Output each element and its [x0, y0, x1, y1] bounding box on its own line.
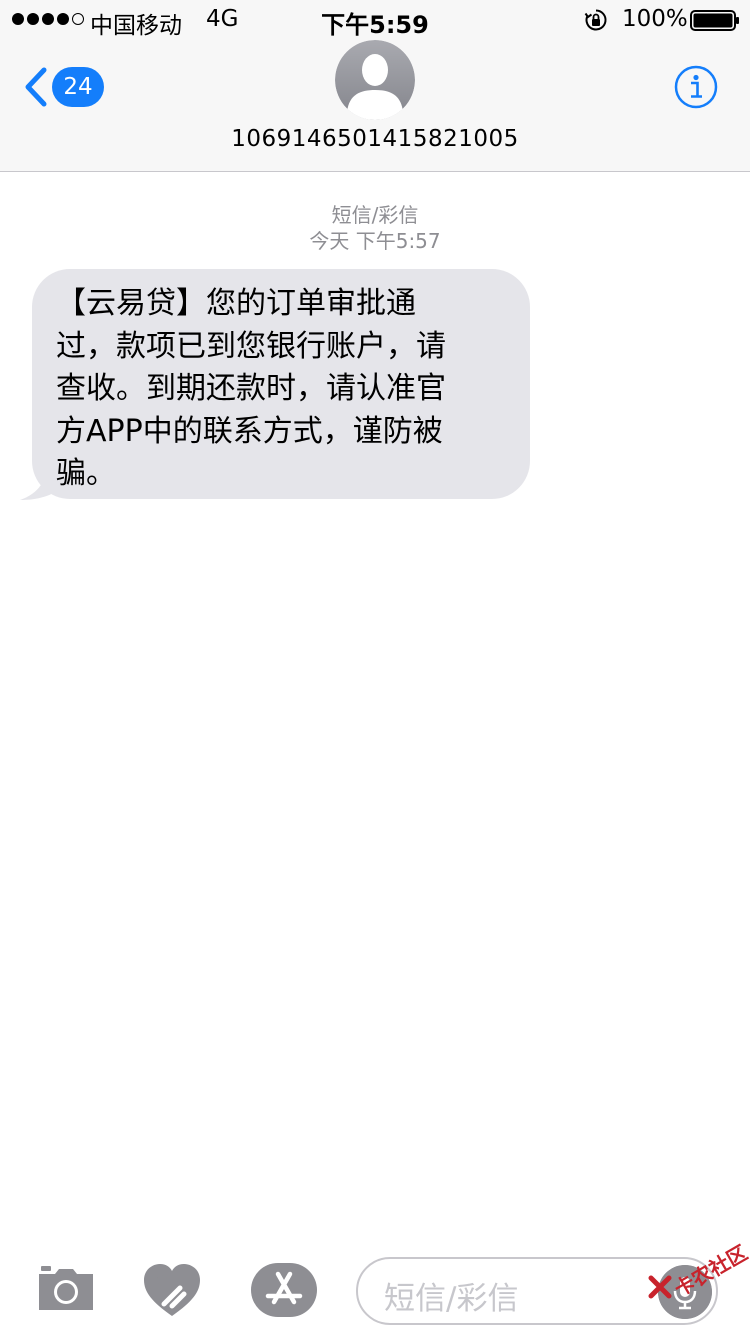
info-icon[interactable] — [674, 65, 718, 109]
message-input[interactable]: 短信/彩信 — [356, 1257, 718, 1325]
message-service-label: 短信/彩信 — [331, 203, 419, 227]
conversation-header: 24 1069146501415821005 — [0, 40, 750, 172]
battery-icon — [690, 10, 739, 31]
heart-icon[interactable] — [142, 1262, 202, 1318]
rotation-lock-icon — [584, 9, 607, 31]
contact-name[interactable]: 1069146501415821005 — [0, 126, 750, 152]
camera-icon[interactable] — [37, 1266, 95, 1312]
message-line: 骗。 — [56, 456, 116, 491]
unread-count-badge: 24 — [52, 67, 104, 107]
contact-avatar[interactable] — [335, 40, 415, 120]
message-line: 方APP中的联系方式，谨防被 — [56, 413, 443, 449]
status-bar: 中国移动 4G 下午5:59 100% — [0, 0, 750, 40]
chevron-left-icon — [25, 67, 47, 107]
message-line: 【云易贷】您的订单审批通 — [56, 286, 416, 321]
person-icon — [335, 40, 415, 120]
message-bubble-incoming[interactable]: 【云易贷】您的订单审批通 过，款项已到您银行账户，请 查收。到期还款时，请认准官… — [32, 269, 530, 499]
battery-percentage: 100% — [622, 6, 688, 32]
message-input-placeholder: 短信/彩信 — [384, 1281, 519, 1317]
message-line: 查收。到期还款时，请认准官 — [56, 371, 446, 406]
message-timestamp: 今天 下午5:57 — [309, 229, 441, 253]
microphone-icon[interactable] — [658, 1265, 712, 1319]
app-store-icon[interactable] — [250, 1262, 318, 1318]
back-button[interactable]: 24 — [22, 66, 104, 108]
message-text: 【云易贷】您的订单审批通 过，款项已到您银行账户，请 查收。到期还款时，请认准官… — [56, 283, 506, 496]
message-line: 过，款项已到您银行账户，请 — [56, 328, 446, 364]
